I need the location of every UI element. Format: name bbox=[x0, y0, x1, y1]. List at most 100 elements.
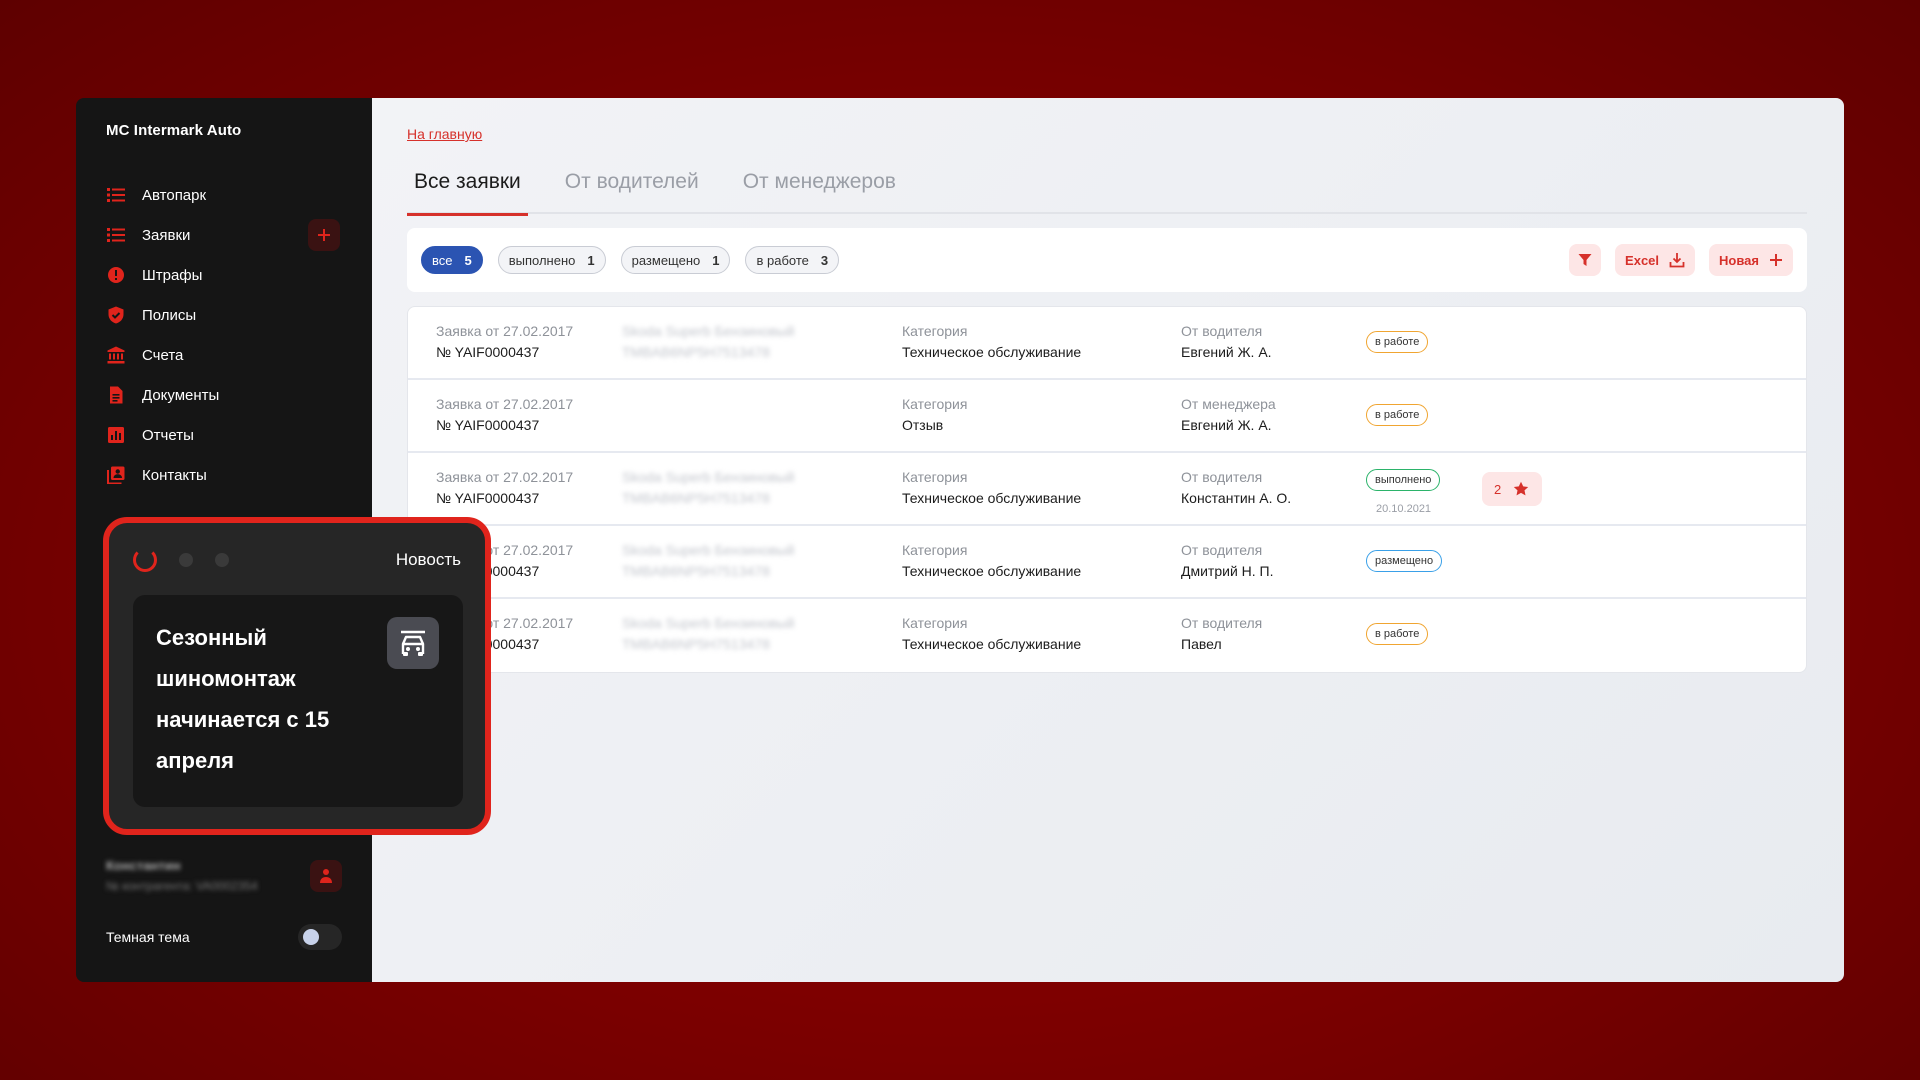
sidebar-nav: Автопарк Заявки Штрафы Полисы Счета Доку… bbox=[106, 175, 372, 495]
author-name: Евгений Ж. А. bbox=[1181, 344, 1272, 360]
shield-icon bbox=[106, 305, 126, 325]
user-id: № контрагента: VA0002354 bbox=[106, 879, 258, 893]
author-name: Павел bbox=[1181, 636, 1222, 652]
category-cell: Категория Техническое обслуживание bbox=[902, 615, 1081, 652]
excel-label: Excel bbox=[1625, 252, 1660, 268]
category-value: Техническое обслуживание bbox=[902, 344, 1082, 360]
car-model: Skoda Superb Бензиновый bbox=[622, 469, 795, 485]
sidebar-item-reports[interactable]: Отчеты bbox=[106, 415, 372, 455]
user-icon bbox=[320, 869, 332, 883]
news-popup[interactable]: Новость Сезонный шиномонтаж начинается с… bbox=[103, 517, 491, 835]
category-value: Отзыв bbox=[902, 417, 944, 433]
car-model: Skoda Superb Бензиновый bbox=[622, 615, 795, 631]
dark-theme-toggle[interactable] bbox=[298, 924, 342, 950]
status-badge: в работе bbox=[1366, 404, 1429, 426]
user-menu-button[interactable] bbox=[310, 860, 342, 892]
author-cell: От водителя Павел bbox=[1181, 615, 1262, 652]
add-request-button[interactable] bbox=[308, 219, 340, 251]
excel-export-button[interactable]: Excel bbox=[1615, 244, 1696, 276]
author-cell: От водителя Дмитрий Н. П. bbox=[1181, 542, 1274, 579]
request-id-cell: Заявка от 27.02.2017 № YAIF0000437 bbox=[436, 469, 573, 506]
chip-count: 1 bbox=[587, 252, 595, 268]
author-label: От водителя bbox=[1181, 469, 1263, 485]
user-profile: Константин № контрагента: VA0002354 bbox=[106, 858, 342, 898]
download-icon bbox=[1669, 253, 1685, 268]
car-vin: TMBAB6NP5H7513478 bbox=[622, 563, 770, 579]
table-row[interactable]: Заявка от 27.02.2017 № YAIF0000437 Катего… bbox=[408, 380, 1806, 453]
car-cell: Skoda Superb Бензиновый TMBAB6NP5H7513478 bbox=[622, 542, 794, 579]
table-row[interactable]: Заявка от 27.02.2017№ YAIF0000437 Skoda … bbox=[408, 526, 1806, 599]
request-id-cell: Заявка от 27.02.2017 № YAIF0000437 bbox=[436, 323, 573, 360]
tab-from-drivers[interactable]: От водителей bbox=[558, 170, 706, 214]
requests-table: Заявка от 27.02.2017 № YAIF0000437 Skoda … bbox=[407, 306, 1807, 673]
car-model: Skoda Superb Бензиновый bbox=[622, 542, 795, 558]
category-label: Категория bbox=[902, 396, 968, 412]
status-badge: выполнено bbox=[1366, 469, 1441, 491]
bank-icon bbox=[106, 345, 126, 365]
author-name: Евгений Ж. А. bbox=[1181, 417, 1272, 433]
list-icon bbox=[106, 185, 126, 205]
carousel-dot[interactable] bbox=[179, 553, 193, 567]
author-label: От менеджера bbox=[1181, 396, 1276, 412]
category-cell: Категория Техническое обслуживание bbox=[902, 323, 1081, 360]
status-badge: в работе bbox=[1366, 623, 1429, 645]
sidebar-item-label: Счета bbox=[142, 346, 184, 364]
author-cell: От водителя Евгений Ж. А. bbox=[1181, 323, 1272, 360]
request-number: № YAIF0000437 bbox=[436, 344, 540, 360]
table-row[interactable]: Заявка от 27.02.2017№ YAIF0000437 Skoda … bbox=[408, 307, 1806, 380]
author-name: Дмитрий Н. П. bbox=[1181, 563, 1274, 579]
status-badge: размещено bbox=[1366, 550, 1443, 572]
rating-value: 2 bbox=[1494, 481, 1502, 497]
plus-icon bbox=[1770, 254, 1782, 266]
news-header: Новость bbox=[133, 545, 461, 575]
table-row[interactable]: Заявка от 27.02.2017№ YAIF0000437 Skoda … bbox=[408, 599, 1806, 672]
category-cell: Категория Техническое обслуживание bbox=[902, 469, 1081, 506]
car-model: Skoda Superb Бензиновый bbox=[622, 323, 795, 339]
chip-label: размещено bbox=[631, 252, 701, 268]
sidebar-item-label: Документы bbox=[142, 386, 220, 404]
back-to-home-link[interactable]: На главную bbox=[407, 126, 482, 142]
sidebar-item-invoices[interactable]: Счета bbox=[106, 335, 372, 375]
sidebar-item-fines[interactable]: Штрафы bbox=[106, 255, 372, 295]
chip-count: 1 bbox=[712, 252, 720, 268]
tab-all-requests[interactable]: Все заявки bbox=[407, 170, 528, 216]
document-icon bbox=[106, 385, 126, 405]
rating-badge[interactable]: 2 bbox=[1482, 472, 1542, 506]
chip-label: в работе bbox=[756, 252, 809, 268]
tab-from-managers[interactable]: От менеджеров bbox=[736, 170, 903, 214]
tab-bar: Все заявки От водителей От менеджеров bbox=[407, 170, 1807, 216]
carousel-dot[interactable] bbox=[215, 553, 229, 567]
sidebar-item-label: Заявки bbox=[142, 226, 191, 244]
contacts-icon bbox=[106, 465, 126, 485]
sidebar-item-autopark[interactable]: Автопарк bbox=[106, 175, 372, 215]
car-cell: Skoda Superb Бензиновый TMBAB6NP5H7513478 bbox=[622, 469, 794, 506]
toolbar-actions: Excel Новая bbox=[1555, 244, 1793, 276]
car-cell: Skoda Superb Бензиновый TMBAB6NP5H7513478 bbox=[622, 323, 794, 360]
filter-toolbar: все 5 выполнено 1 размещено 1 в работе 3 Exc… bbox=[407, 228, 1807, 292]
news-label: Новость bbox=[395, 550, 461, 569]
car-icon bbox=[387, 617, 439, 669]
filter-button[interactable] bbox=[1569, 244, 1602, 276]
car-vin: TMBAB6NP5H7513478 bbox=[622, 636, 770, 652]
filter-chip-in-work[interactable]: в работе 3 bbox=[745, 246, 840, 274]
sidebar-item-documents[interactable]: Документы bbox=[106, 375, 372, 415]
sidebar-item-policies[interactable]: Полисы bbox=[106, 295, 372, 335]
request-date: Заявка от 27.02.2017 bbox=[436, 396, 574, 412]
chart-icon bbox=[106, 425, 126, 445]
news-card[interactable]: Сезонный шиномонтаж начинается с 15 апре… bbox=[133, 595, 463, 807]
filter-chip-placed[interactable]: размещено 1 bbox=[620, 246, 731, 274]
table-row[interactable]: Заявка от 27.02.2017№ YAIF0000437 Skoda … bbox=[408, 453, 1806, 526]
sidebar-item-requests[interactable]: Заявки bbox=[106, 215, 372, 255]
new-request-button[interactable]: Новая bbox=[1709, 244, 1793, 276]
filter-chip-all[interactable]: все 5 bbox=[421, 246, 483, 274]
author-label: От водителя bbox=[1181, 615, 1263, 631]
category-cell: Категория Техническое обслуживание bbox=[902, 542, 1081, 579]
request-id-cell: Заявка от 27.02.2017 № YAIF0000437 bbox=[436, 396, 573, 433]
category-cell: Категория Отзыв bbox=[902, 396, 967, 433]
status-badge: в работе bbox=[1366, 331, 1429, 353]
car-cell: Skoda Superb Бензиновый TMBAB6NP5H7513478 bbox=[622, 615, 794, 652]
sidebar-item-label: Штрафы bbox=[142, 266, 203, 284]
new-label: Новая bbox=[1719, 252, 1759, 268]
sidebar-item-contacts[interactable]: Контакты bbox=[106, 455, 372, 495]
filter-chip-done[interactable]: выполнено 1 bbox=[497, 246, 606, 274]
